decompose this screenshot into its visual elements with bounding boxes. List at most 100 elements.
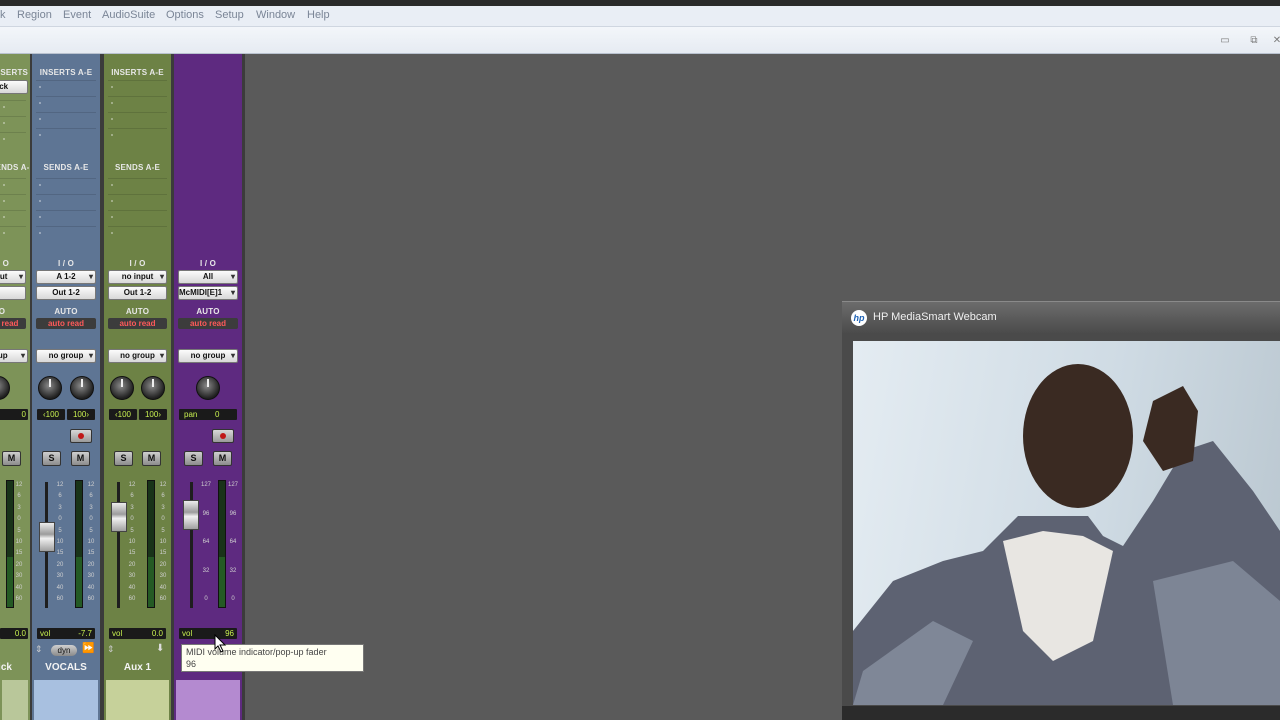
menu-audiosuite[interactable]: AudioSuite bbox=[102, 9, 155, 21]
group-selector[interactable]: no group bbox=[178, 349, 238, 363]
insert-slot[interactable] bbox=[108, 96, 167, 109]
send-slot[interactable] bbox=[108, 210, 167, 223]
close-icon[interactable]: ✕ bbox=[1270, 36, 1280, 46]
scale-tick-label: 20 bbox=[159, 562, 167, 568]
nudge-arrows-icon[interactable]: ⇕ bbox=[107, 644, 115, 655]
pan-left-knob-icon[interactable] bbox=[110, 376, 134, 400]
scale-tick-label: 15 bbox=[15, 550, 23, 556]
scale-tick-label: 6 bbox=[89, 493, 93, 499]
menu-options[interactable]: Options bbox=[166, 9, 204, 21]
insert-slot[interactable] bbox=[0, 116, 26, 129]
mute-button[interactable]: M bbox=[2, 451, 21, 466]
down-arrow-icon[interactable]: ⬇ bbox=[156, 643, 164, 654]
send-slot[interactable] bbox=[36, 178, 96, 191]
scale-tick-label: 32 bbox=[202, 568, 210, 574]
mute-button[interactable]: M bbox=[213, 451, 232, 466]
webcam-titlebar[interactable]: hp HP MediaSmart Webcam bbox=[842, 301, 1280, 334]
track-name[interactable]: VOCALS bbox=[32, 661, 100, 675]
scale-tick-label: 3 bbox=[17, 505, 21, 511]
output-selector[interactable]: 2 bbox=[0, 286, 26, 300]
dyn-button[interactable]: dyn bbox=[51, 645, 77, 656]
send-slot[interactable] bbox=[0, 178, 26, 191]
send-slot[interactable] bbox=[108, 226, 167, 239]
mixer-strip-aux-1: INSERTS A-E SENDS A-E I / O no input Out… bbox=[104, 54, 171, 720]
output-selector[interactable]: McMIDI[E]1 bbox=[178, 286, 238, 300]
menu-track[interactable]: k bbox=[0, 9, 6, 21]
scale-tick-label: 0 bbox=[89, 516, 93, 522]
insert-slot-a[interactable]: ick bbox=[0, 80, 28, 94]
volume-readout[interactable]: 0.0 bbox=[0, 628, 28, 639]
automation-mode[interactable]: read bbox=[0, 318, 26, 329]
record-enable-button[interactable] bbox=[212, 429, 234, 443]
pan-right-knob-icon[interactable] bbox=[70, 376, 94, 400]
scale-tick-label: 12 bbox=[87, 482, 95, 488]
input-selector[interactable]: no input bbox=[108, 270, 167, 284]
midi-volume-indicator[interactable]: vol 96 bbox=[179, 628, 237, 639]
pan-right-knob-icon[interactable] bbox=[141, 376, 165, 400]
nudge-arrows-icon[interactable]: ⇕ bbox=[35, 644, 43, 655]
send-slot[interactable] bbox=[108, 194, 167, 207]
pan-knob-icon[interactable] bbox=[196, 376, 220, 400]
insert-slot[interactable] bbox=[36, 96, 96, 109]
scale-tick-label: 30 bbox=[87, 573, 95, 579]
mute-button[interactable]: M bbox=[71, 451, 90, 466]
track-name[interactable]: ick bbox=[0, 661, 20, 675]
input-selector[interactable]: All bbox=[178, 270, 238, 284]
insert-slot[interactable] bbox=[0, 100, 26, 113]
insert-slot[interactable] bbox=[36, 112, 96, 125]
volume-readout[interactable]: vol 0.0 bbox=[109, 628, 166, 639]
insert-slot[interactable] bbox=[108, 112, 167, 125]
scale-tick-label: 0 bbox=[17, 516, 21, 522]
solo-button[interactable]: S bbox=[42, 451, 61, 466]
send-slot[interactable] bbox=[108, 178, 167, 191]
fader-scale-right: 12 6 3 0 5 10 15 20 30 40 60 bbox=[84, 482, 98, 604]
menu-region[interactable]: Region bbox=[17, 9, 52, 21]
fast-forward-icon[interactable]: ⏩ bbox=[82, 643, 94, 654]
output-selector[interactable]: Out 1-2 bbox=[108, 286, 167, 300]
solo-button[interactable]: S bbox=[114, 451, 133, 466]
pan-left-knob-icon[interactable] bbox=[38, 376, 62, 400]
scale-tick-label: 10 bbox=[56, 539, 64, 545]
volume-label: vol bbox=[112, 629, 123, 638]
menu-help[interactable]: Help bbox=[307, 9, 330, 21]
send-slot[interactable] bbox=[36, 210, 96, 223]
restore-icon[interactable]: ⧉ bbox=[1247, 36, 1261, 46]
menu-window[interactable]: Window bbox=[256, 9, 295, 21]
scale-tick-label: 40 bbox=[56, 585, 64, 591]
send-slot[interactable] bbox=[36, 226, 96, 239]
solo-button[interactable]: S bbox=[184, 451, 203, 466]
group-selector[interactable]: no group bbox=[108, 349, 167, 363]
scale-tick-label: 30 bbox=[128, 573, 136, 579]
input-selector[interactable]: A 1-2 bbox=[36, 270, 96, 284]
volume-readout[interactable]: vol -7.7 bbox=[37, 628, 95, 639]
midi-volume-fader[interactable] bbox=[183, 500, 199, 530]
insert-slot[interactable] bbox=[36, 80, 96, 93]
send-slot[interactable] bbox=[36, 194, 96, 207]
insert-slot[interactable] bbox=[108, 128, 167, 141]
group-selector[interactable]: no group bbox=[36, 349, 96, 363]
automation-mode[interactable]: auto read bbox=[178, 318, 238, 329]
automation-mode[interactable]: auto read bbox=[108, 318, 167, 329]
output-selector[interactable]: Out 1-2 bbox=[36, 286, 96, 300]
menu-setup[interactable]: Setup bbox=[215, 9, 244, 21]
insert-slot[interactable] bbox=[0, 132, 26, 145]
group-selector[interactable]: oup bbox=[0, 349, 28, 363]
automation-mode[interactable]: auto read bbox=[36, 318, 96, 329]
menu-event[interactable]: Event bbox=[63, 9, 91, 21]
scale-tick-label: 0 bbox=[231, 596, 235, 602]
input-selector[interactable]: put bbox=[0, 270, 26, 284]
send-slot[interactable] bbox=[0, 226, 26, 239]
record-enable-button[interactable] bbox=[70, 429, 92, 443]
insert-slot[interactable] bbox=[36, 128, 96, 141]
send-slot[interactable] bbox=[0, 194, 26, 207]
scale-tick-label: 5 bbox=[58, 528, 62, 534]
io-label: I / O bbox=[129, 259, 146, 268]
fader-scale-left: 12 6 3 0 5 10 15 20 30 40 60 bbox=[53, 482, 67, 604]
minimize-icon[interactable]: ▭ bbox=[1218, 36, 1232, 46]
mixer-strip-midi: I / O All McMIDI[E]1 AUTO auto read no g… bbox=[174, 54, 242, 720]
send-slot[interactable] bbox=[0, 210, 26, 223]
scale-tick-label: 15 bbox=[128, 550, 136, 556]
mute-button[interactable]: M bbox=[142, 451, 161, 466]
track-name[interactable]: Aux 1 bbox=[104, 661, 171, 675]
insert-slot[interactable] bbox=[108, 80, 167, 93]
